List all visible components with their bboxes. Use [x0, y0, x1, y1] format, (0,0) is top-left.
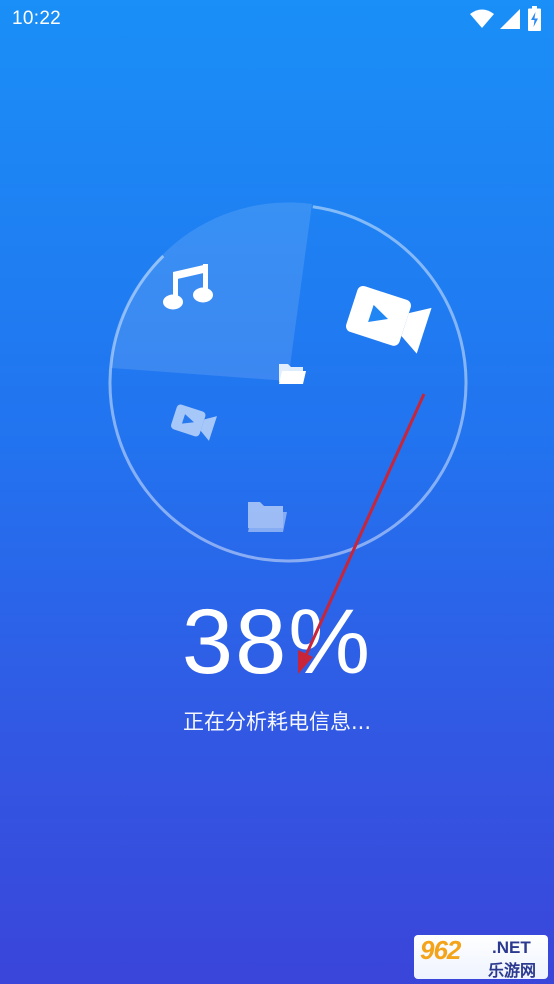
video-icon	[171, 404, 217, 441]
watermark-site: 乐游网	[488, 961, 537, 979]
watermark: 962 .NET 乐游网	[414, 935, 548, 979]
video-icon	[346, 285, 432, 354]
folder-icon	[248, 502, 287, 532]
scan-status-text: 正在分析耗电信息...	[182, 710, 372, 734]
scan-radar	[108, 202, 468, 563]
watermark-logo: 962	[420, 935, 461, 965]
folder-icon	[279, 364, 306, 384]
watermark-suffix: .NET	[492, 938, 531, 957]
scan-percent: 38%	[181, 591, 373, 693]
